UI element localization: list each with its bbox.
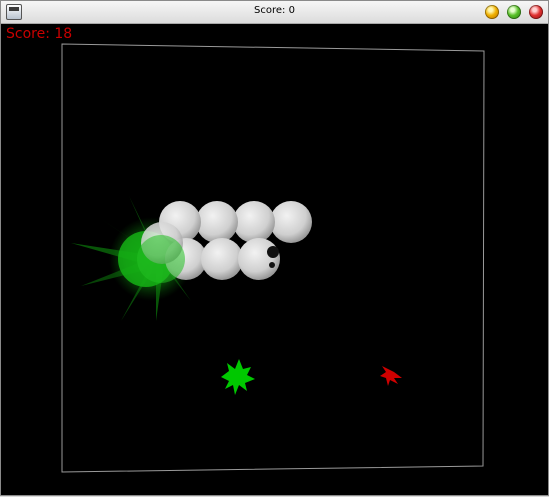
snake-segment [201, 238, 243, 280]
snake-segment [233, 201, 275, 243]
game-window: Score: 0 Score: 18 [0, 0, 549, 496]
snake-head [238, 238, 280, 280]
snake-segment [196, 201, 238, 243]
red-food [380, 366, 402, 386]
green-enemy [221, 359, 255, 395]
snake-segment [270, 201, 312, 243]
game-canvas[interactable] [1, 1, 549, 497]
flame-glow [137, 235, 185, 283]
score-label: Score: 18 [6, 26, 73, 42]
